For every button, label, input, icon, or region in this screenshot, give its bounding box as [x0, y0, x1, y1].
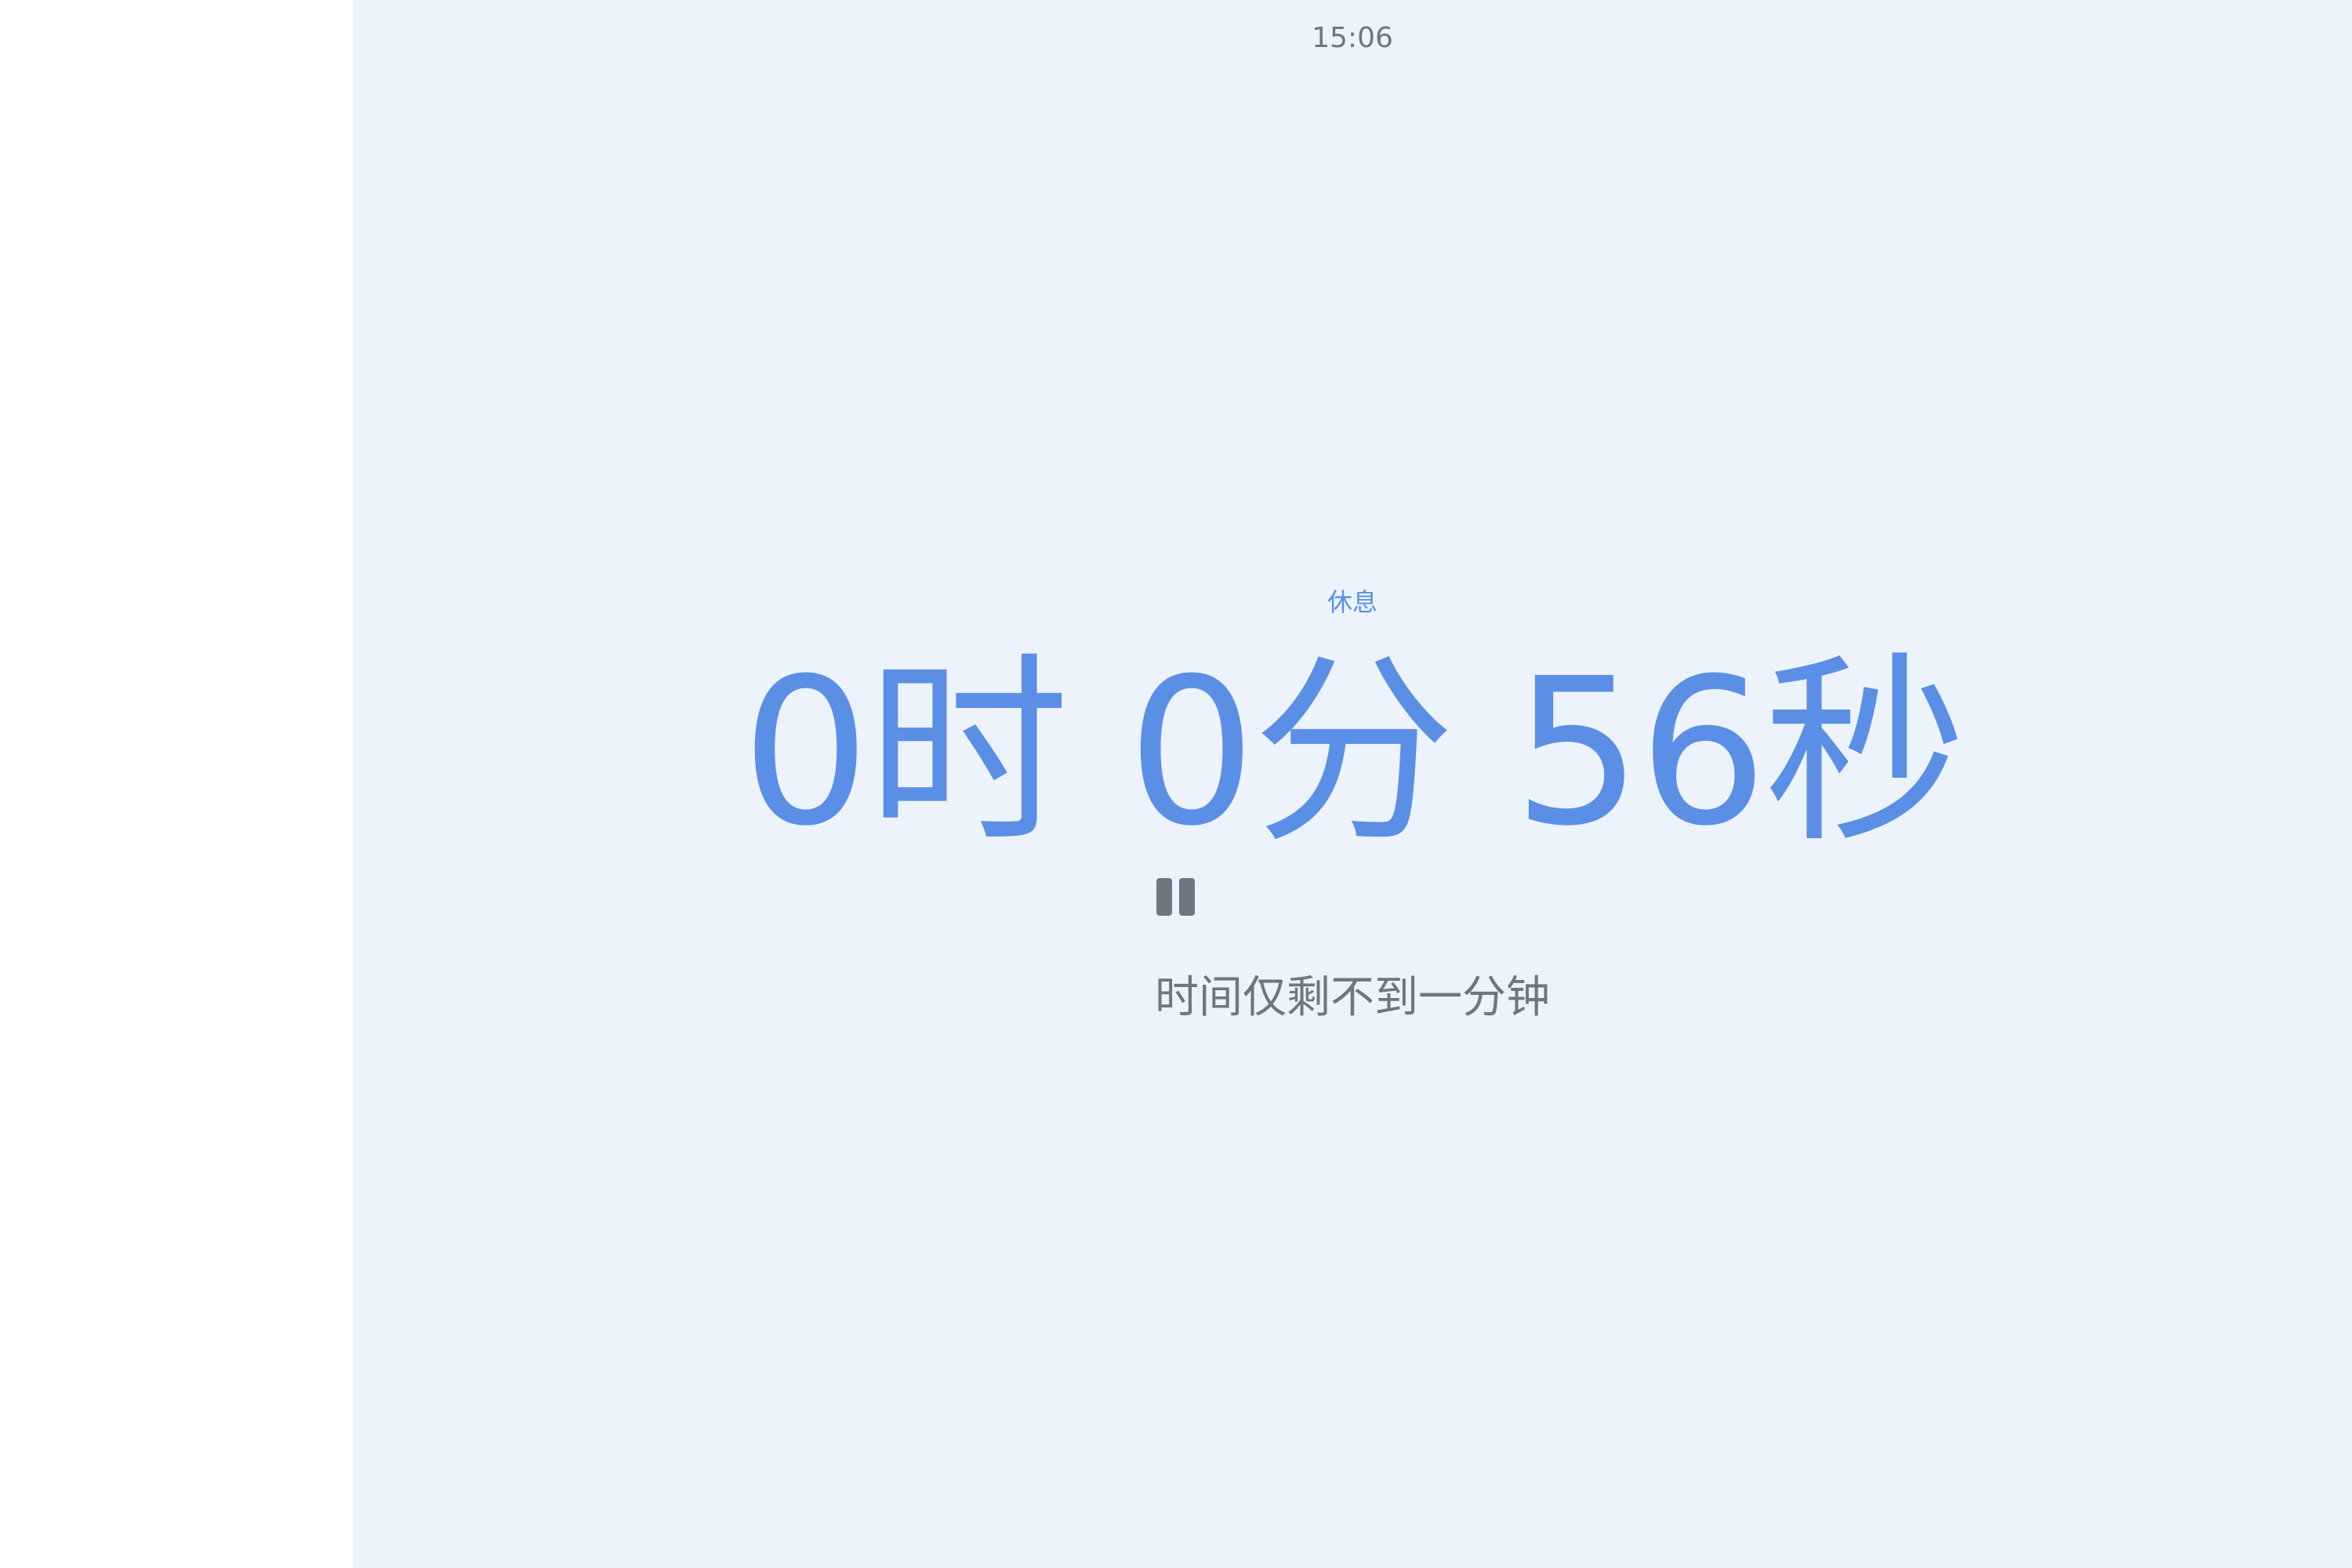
timer-panel: 15:06 休息 0时 0分 56秒 时间仅剩不到一分钟	[353, 0, 2352, 1568]
timer-mode-label: 休息	[1327, 587, 1377, 617]
timer-message: 时间仅剩不到一分钟	[1155, 972, 1550, 1023]
pause-button[interactable]	[1156, 877, 1196, 919]
countdown-display: 0时 0分 56秒	[741, 635, 1967, 870]
pause-icon-bar-right	[1179, 878, 1195, 916]
pause-icon-bar-left	[1156, 878, 1172, 916]
status-clock: 15:06	[1312, 22, 1393, 54]
left-blank-area	[0, 0, 353, 1568]
